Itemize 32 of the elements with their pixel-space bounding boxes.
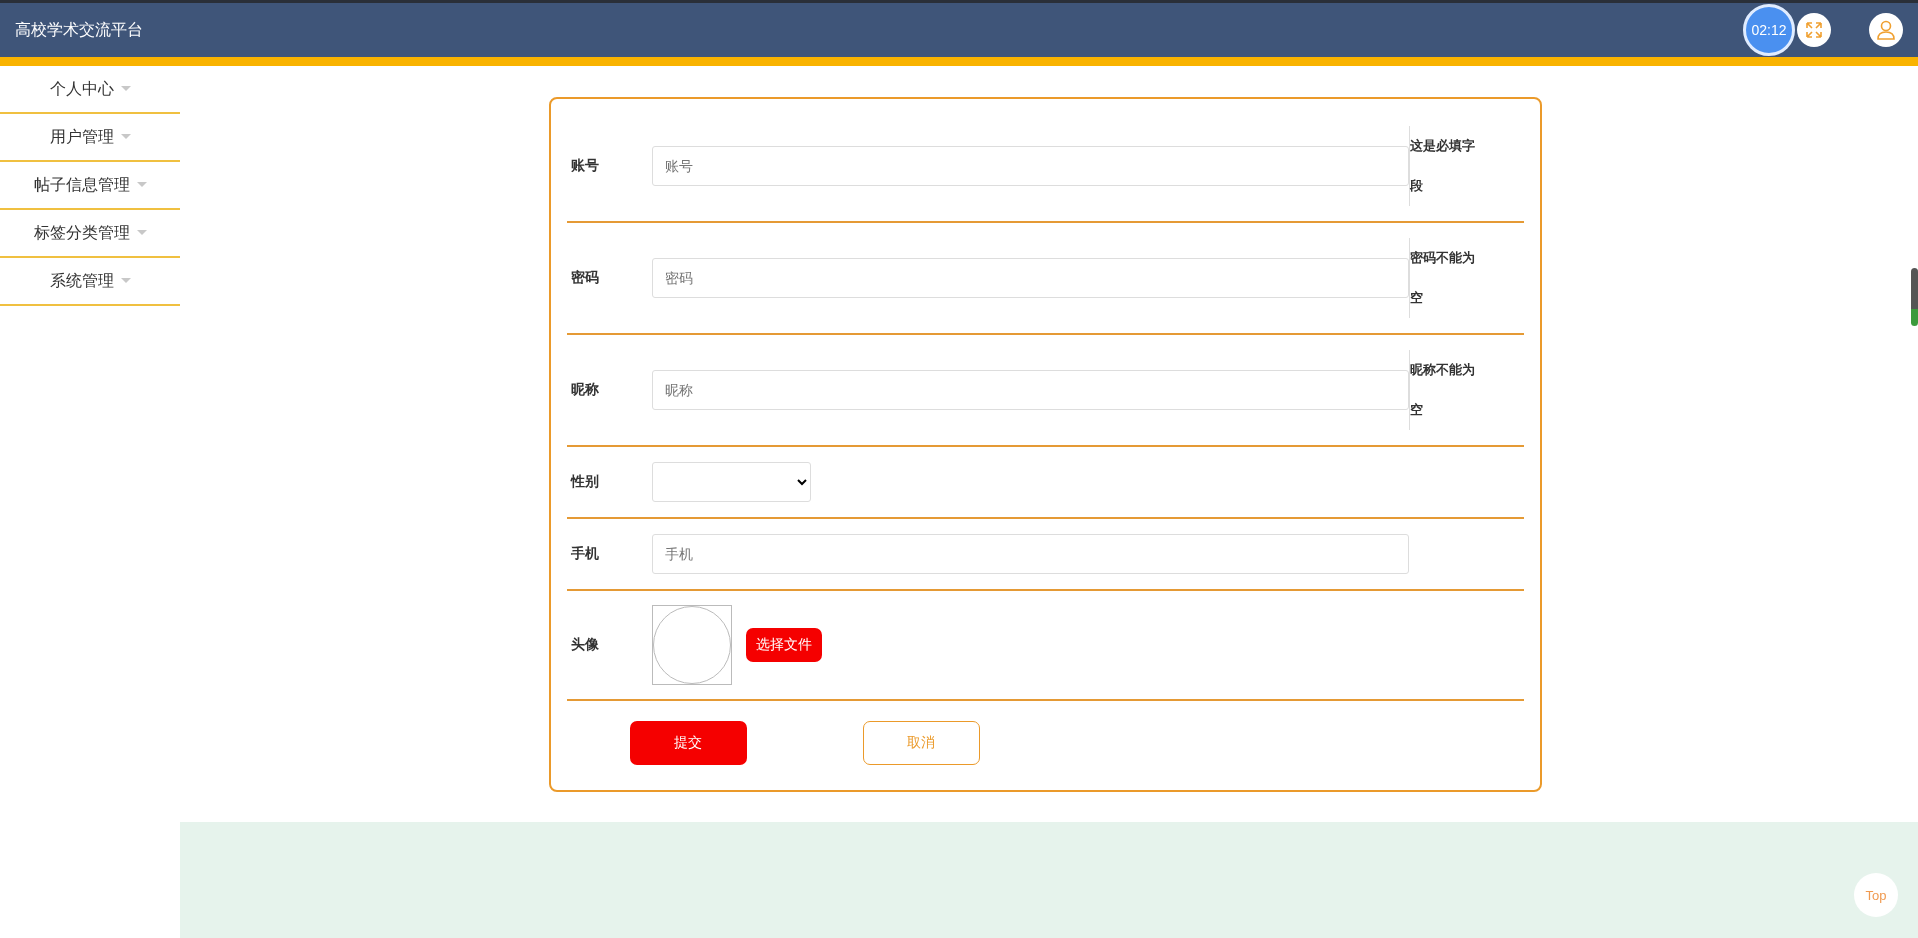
caret-icon — [120, 278, 131, 284]
timer-badge: 02:12 — [1743, 4, 1795, 56]
sidebar-item[interactable]: 用户管理 — [0, 114, 180, 162]
error-message: 这是必填字段 — [1408, 126, 1478, 206]
user-icon — [1877, 20, 1895, 40]
scrollbar[interactable] — [1911, 268, 1918, 326]
field-label: 性别 — [570, 473, 600, 491]
input-field[interactable]: 账号 — [651, 146, 1409, 186]
choose-file-button[interactable]: 选择文件 — [745, 628, 822, 662]
sidebar-item[interactable]: 系统管理 — [0, 258, 180, 306]
user-button[interactable] — [1869, 13, 1903, 47]
field-label: 账号 — [570, 157, 600, 175]
input-field[interactable]: 昵称 — [651, 370, 1409, 410]
site-title: 高校学术交流平台 — [15, 19, 143, 40]
field-label: 密码 — [570, 269, 600, 287]
submit-button[interactable]: 提交 — [629, 721, 747, 765]
field-label: 手机 — [570, 545, 600, 563]
caret-icon — [120, 86, 131, 92]
caret-icon — [136, 182, 147, 188]
fullscreen-button[interactable] — [1797, 13, 1831, 47]
input-field[interactable]: 手机 — [651, 534, 1409, 574]
field-label: 昵称 — [570, 381, 600, 399]
caret-icon — [136, 230, 147, 236]
caret-icon — [120, 134, 131, 140]
sidebar-item[interactable]: 帖子信息管理 — [0, 162, 180, 210]
sidebar-item[interactable]: 标签分类管理 — [0, 210, 180, 258]
expand-icon — [1805, 21, 1823, 39]
sidebar-item[interactable]: 个人中心 — [0, 66, 180, 114]
input-field[interactable]: 密码 — [651, 258, 1409, 298]
error-message: 昵称不能为空 — [1408, 350, 1478, 430]
error-message: 密码不能为空 — [1408, 238, 1478, 318]
field-label: 头像 — [570, 636, 600, 654]
